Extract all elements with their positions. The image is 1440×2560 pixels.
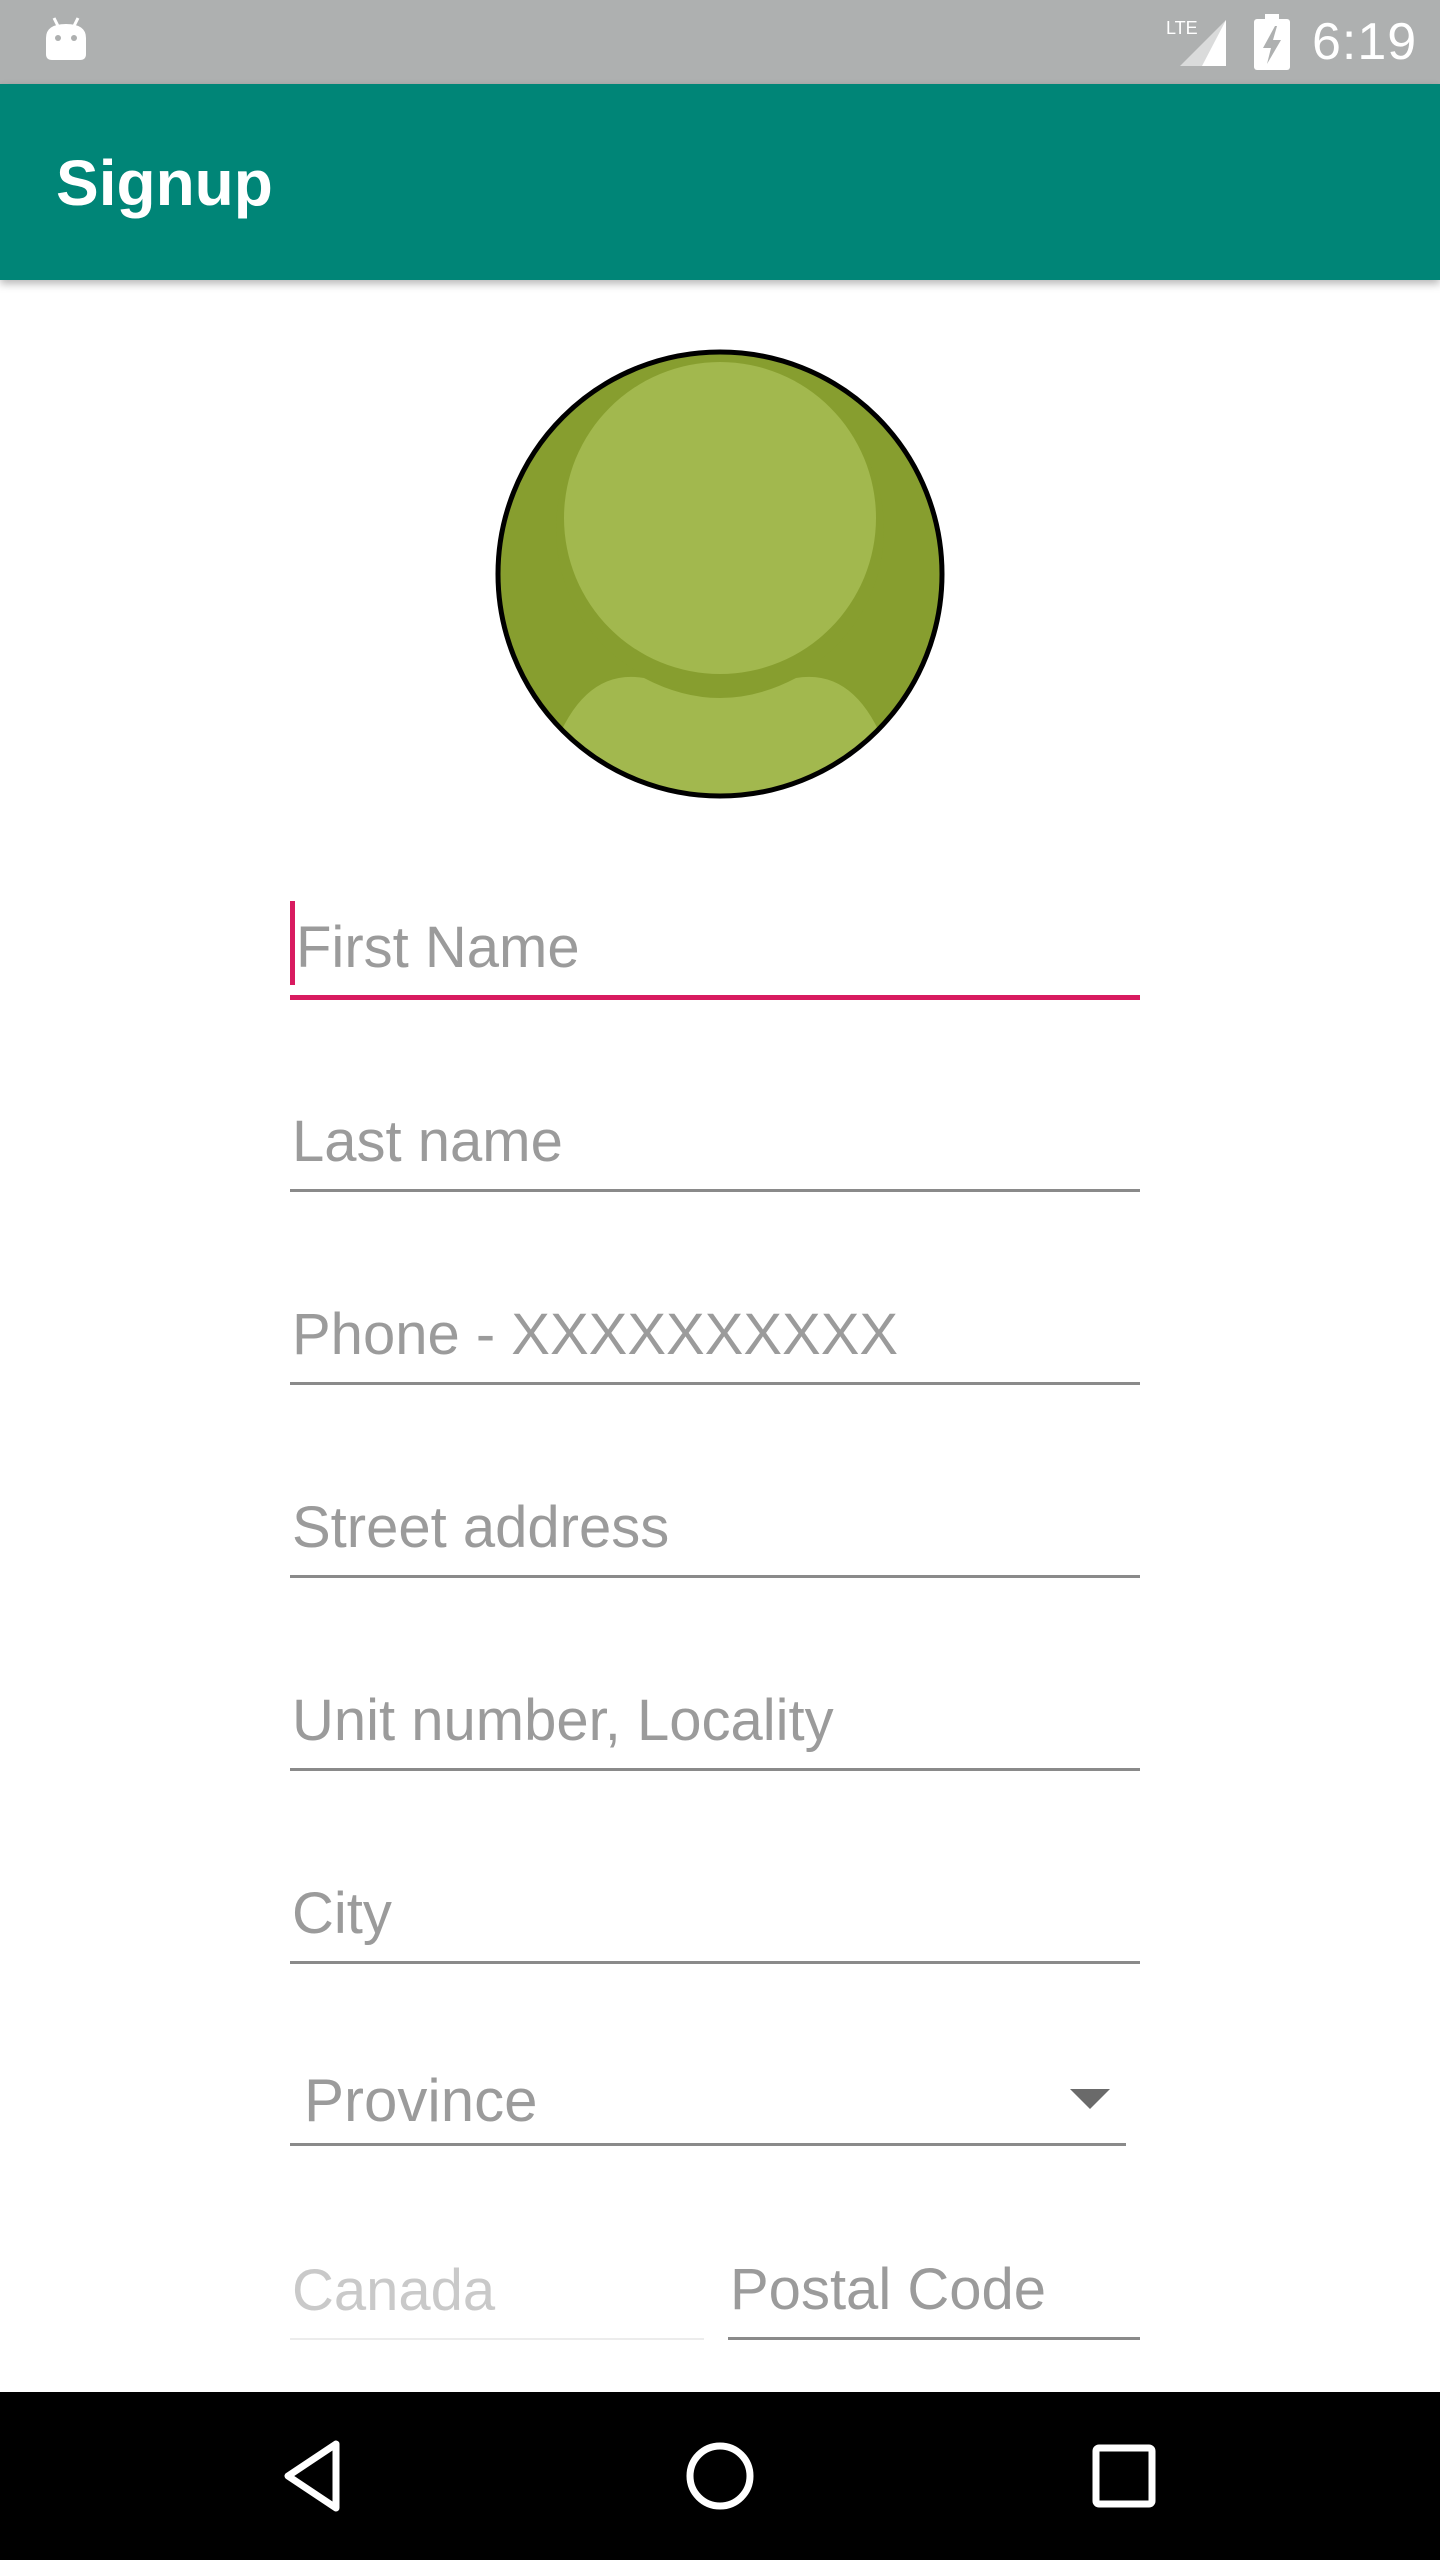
navigation-bar [0,2392,1440,2560]
province-selected-value: Province [304,2067,538,2134]
first-name-placeholder: First Name [296,915,580,980]
back-icon[interactable] [276,2436,356,2516]
street-address-field[interactable]: Street address [290,1478,1140,1578]
phone-placeholder: Phone - XXXXXXXXXX [292,1302,899,1367]
app-bar: Signup [0,84,1440,280]
recents-icon[interactable] [1084,2436,1164,2516]
android-icon [46,17,86,60]
user-avatar-icon[interactable] [494,348,946,800]
clock: 6:19 [1312,13,1418,71]
postal-code-field[interactable]: Postal Code [728,2240,1140,2340]
page-title: Signup [56,147,273,219]
lte-signal-icon: LTE [1166,18,1226,66]
city-placeholder: City [292,1881,392,1946]
postal-code-placeholder: Postal Code [730,2257,1046,2322]
street-address-placeholder: Street address [292,1495,670,1560]
country-field: Canada [290,2240,704,2340]
signup-screen: LTE 6:19 Signup First Name Last name Pho… [0,0,1440,2560]
dropdown-arrow-icon[interactable] [1070,2089,1110,2109]
status-bar: LTE 6:19 [0,0,1440,84]
first-name-field[interactable]: First Name [290,900,1140,1000]
battery-charging-icon [1254,14,1290,70]
text-cursor [290,901,295,985]
country-value: Canada [292,2258,496,2323]
home-icon[interactable] [680,2436,760,2516]
unit-locality-placeholder: Unit number, Locality [292,1688,834,1753]
last-name-placeholder: Last name [292,1109,563,1174]
province-dropdown[interactable]: Province [290,2042,1126,2146]
svg-text:LTE: LTE [1166,18,1198,38]
unit-locality-field[interactable]: Unit number, Locality [290,1671,1140,1771]
city-field[interactable]: City [290,1864,1140,1964]
last-name-field[interactable]: Last name [290,1092,1140,1192]
phone-field[interactable]: Phone - XXXXXXXXXX [290,1285,1140,1385]
